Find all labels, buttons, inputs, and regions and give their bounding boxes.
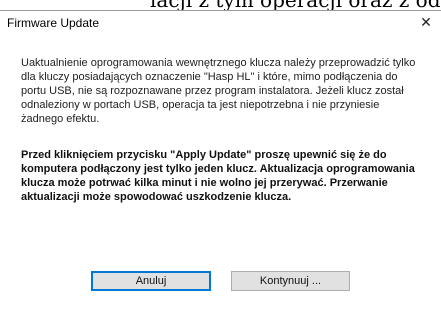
dialog-content: Uaktualnienie oprogramowania wewnętrzneg…	[21, 56, 421, 204]
close-icon[interactable]: ✕	[411, 11, 441, 35]
background-window-text: lacji z tym operacji oraz z odpow	[0, 0, 441, 10]
continue-button[interactable]: Kontynuuj ...	[231, 271, 350, 291]
firmware-update-dialog: Firmware Update ✕ Uaktualnienie oprogram…	[0, 10, 441, 309]
info-paragraph: Uaktualnienie oprogramowania wewnętrzneg…	[21, 57, 416, 125]
warning-paragraph: Przed kliknięciem przycisku "Apply Updat…	[21, 149, 415, 203]
title-bar: Firmware Update ✕	[0, 11, 441, 35]
dialog-title: Firmware Update	[7, 16, 100, 30]
cancel-button[interactable]: Anuluj	[91, 271, 211, 291]
button-row: Anuluj Kontynuuj ...	[0, 271, 441, 293]
